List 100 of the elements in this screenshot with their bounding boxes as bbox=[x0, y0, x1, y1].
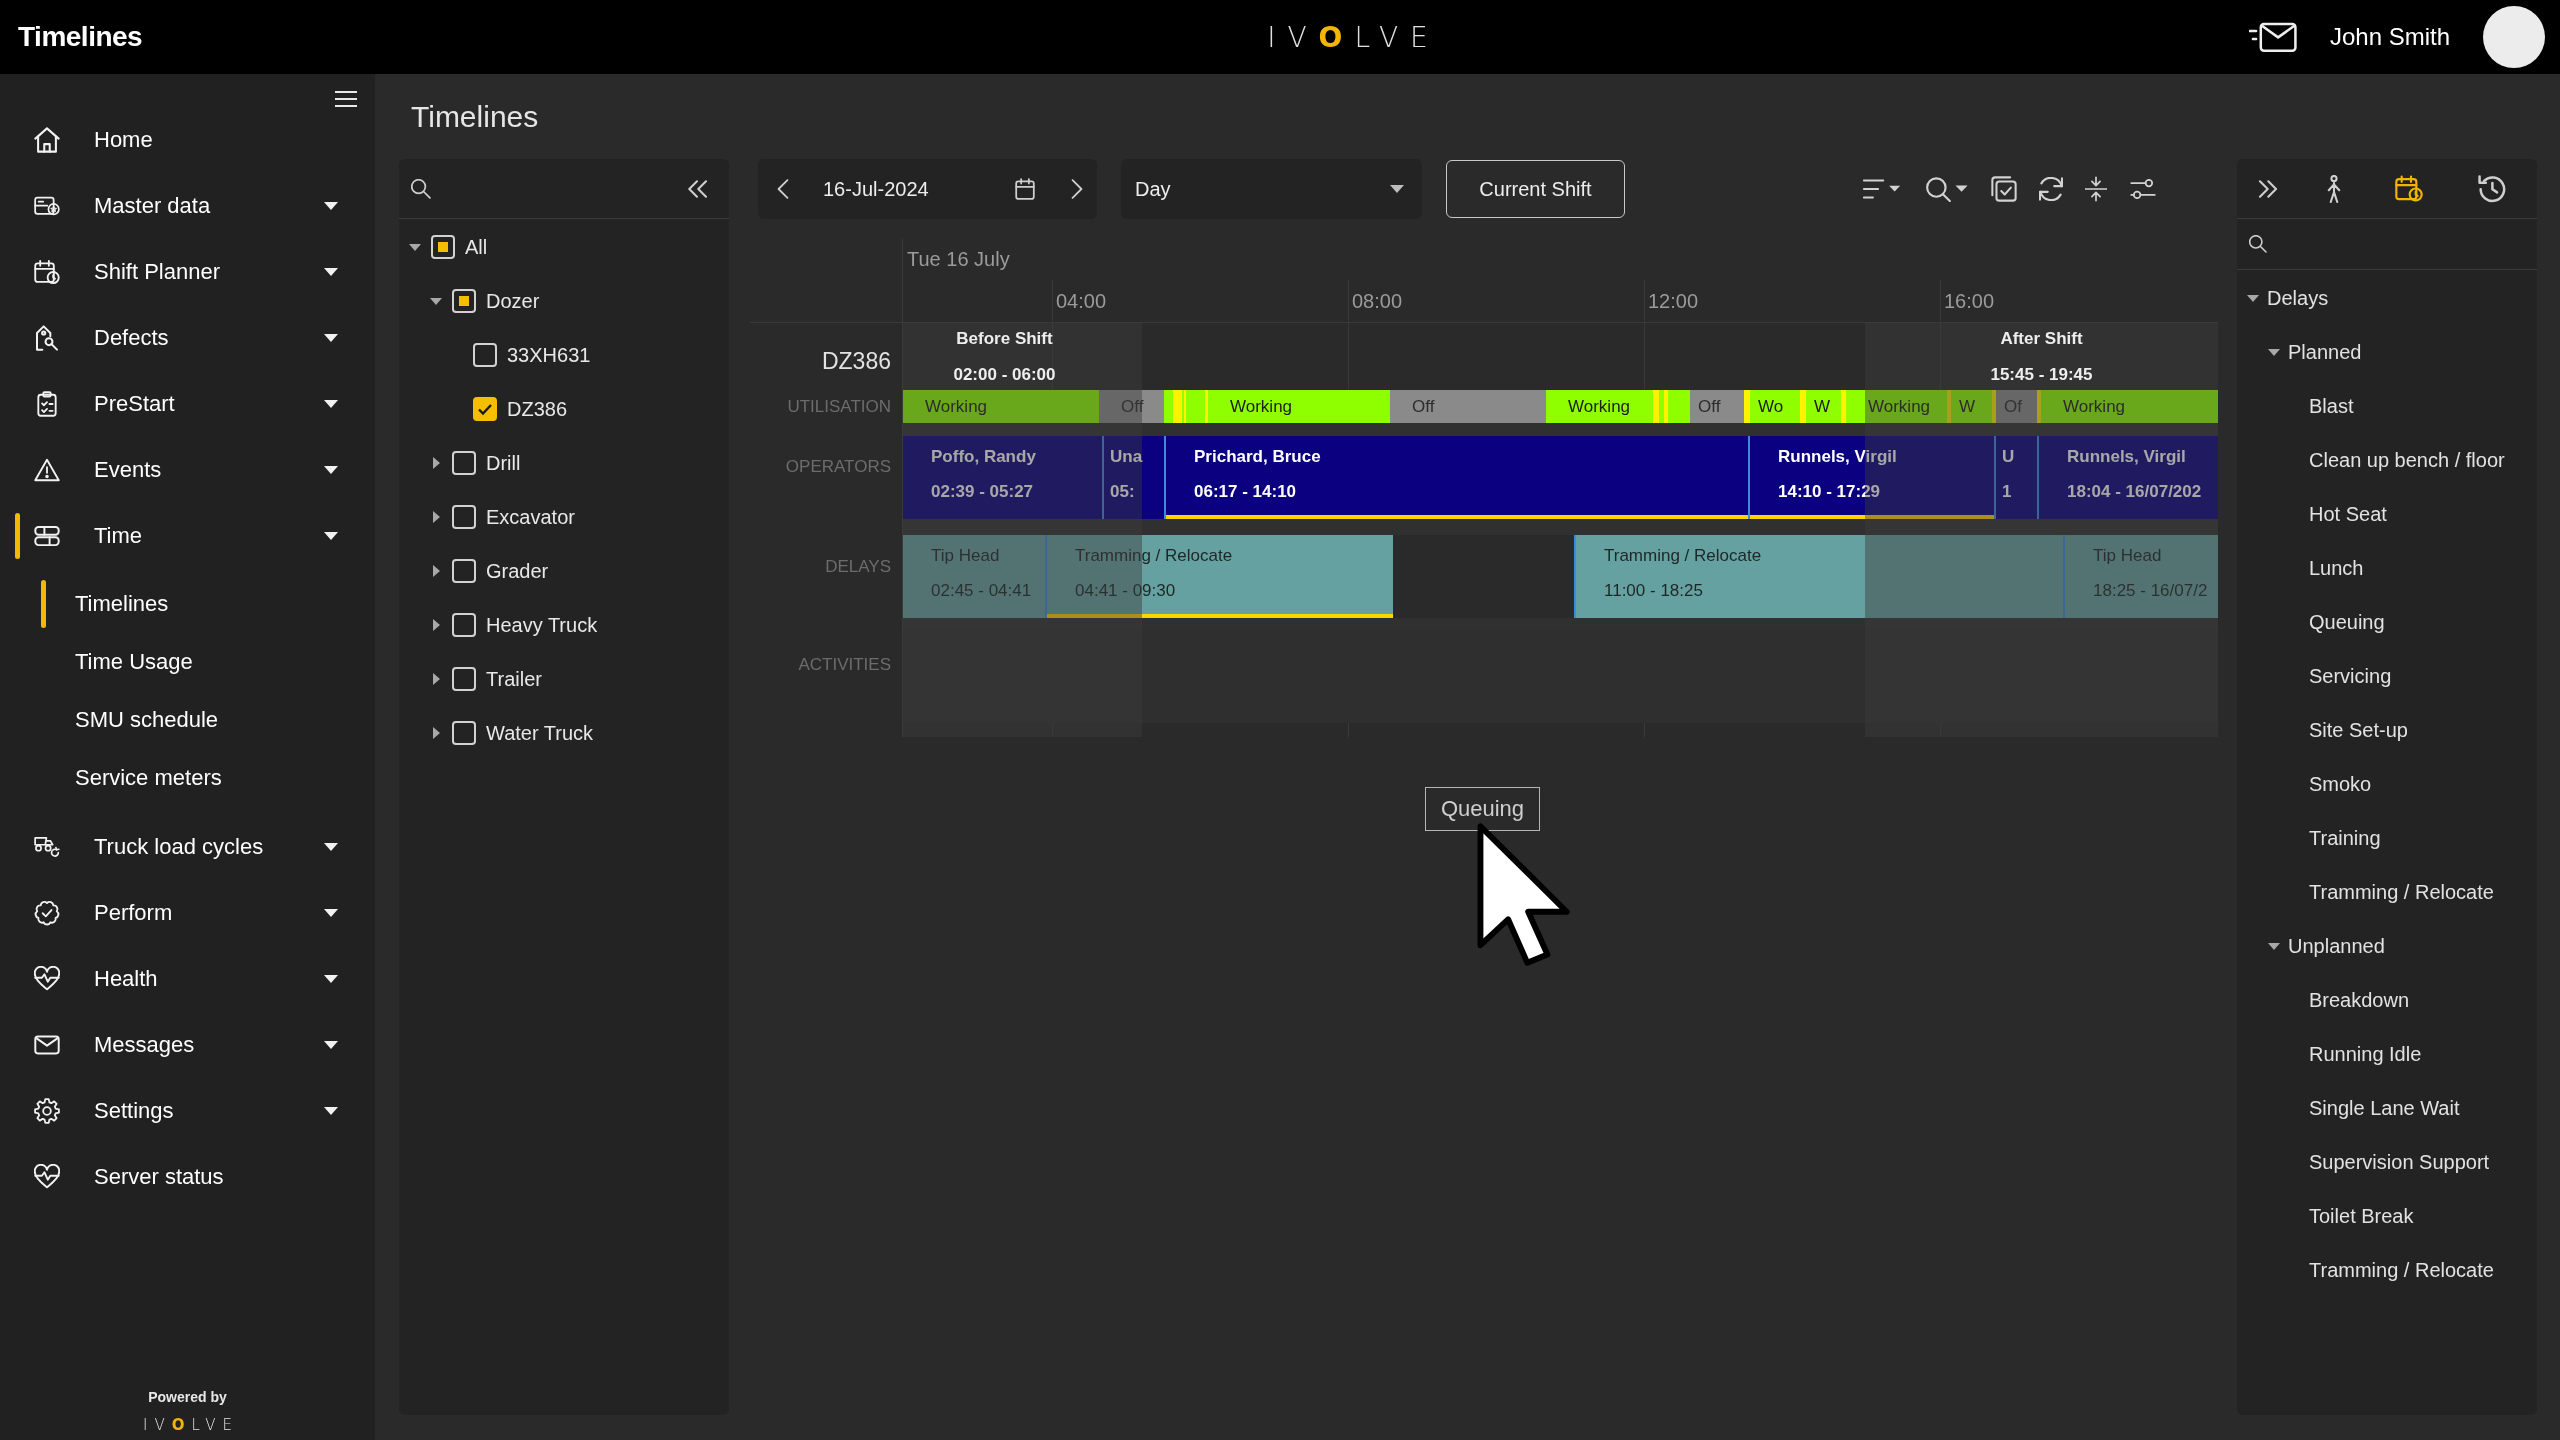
nav-item[interactable]: Defects bbox=[0, 305, 375, 371]
caret-right-icon[interactable] bbox=[432, 619, 440, 631]
time-range: 1 bbox=[2002, 482, 2012, 502]
search-icon[interactable] bbox=[2249, 235, 2267, 253]
checkbox[interactable] bbox=[452, 613, 476, 637]
double-chevron-left-icon[interactable] bbox=[687, 179, 707, 198]
tree-item[interactable]: Lunch bbox=[2309, 556, 2364, 580]
utilisation-segment: Working bbox=[2041, 390, 2218, 423]
tree-item[interactable]: Drill bbox=[486, 451, 521, 475]
time-range: 04:41 - 09:30 bbox=[1075, 581, 1176, 601]
history-icon[interactable] bbox=[2478, 174, 2506, 203]
caret-right-icon[interactable] bbox=[432, 727, 440, 739]
tree-item[interactable]: Excavator bbox=[486, 505, 575, 529]
tree-item[interactable]: Site Set-up bbox=[2309, 718, 2408, 742]
caret-right-icon[interactable] bbox=[432, 511, 440, 523]
nav-item[interactable]: Shift Planner bbox=[0, 239, 375, 305]
double-chevron-right-icon[interactable] bbox=[2258, 179, 2278, 198]
tree-item[interactable]: Training bbox=[2309, 826, 2381, 850]
utilisation-segment: Working bbox=[1208, 390, 1390, 423]
checkbox[interactable] bbox=[452, 721, 476, 745]
tree-item[interactable]: Water Truck bbox=[486, 721, 594, 745]
caret-down-icon[interactable] bbox=[409, 243, 421, 251]
tree-item[interactable]: Breakdown bbox=[2309, 988, 2410, 1012]
date-value[interactable]: 16-Jul-2024 bbox=[823, 177, 929, 201]
nav-item[interactable]: PreStart bbox=[0, 371, 375, 437]
caret-right-icon[interactable] bbox=[432, 457, 440, 469]
checkbox[interactable] bbox=[452, 559, 476, 583]
nav-item[interactable]: Master data bbox=[0, 173, 375, 239]
tree-item[interactable]: Planned bbox=[2288, 340, 2362, 364]
tree-item[interactable]: Tramming / Relocate bbox=[2309, 1258, 2494, 1282]
caret-right-icon[interactable] bbox=[432, 673, 440, 685]
tree-item[interactable]: Servicing bbox=[2309, 664, 2392, 688]
tree-item[interactable]: DZ386 bbox=[507, 397, 568, 421]
caret-down-icon bbox=[1390, 185, 1404, 193]
nav-subitem[interactable]: Time Usage bbox=[0, 633, 375, 691]
tree-item[interactable]: Unplanned bbox=[2288, 934, 2385, 958]
utilisation-segment: W bbox=[1951, 390, 1992, 423]
checkbox[interactable] bbox=[473, 343, 497, 367]
tree-item[interactable]: Heavy Truck bbox=[486, 613, 598, 637]
calendar-clock-icon[interactable] bbox=[2395, 175, 2423, 202]
nav-subitem[interactable]: SMU schedule bbox=[0, 691, 375, 749]
menu-icon[interactable] bbox=[335, 91, 357, 107]
tree-item[interactable]: Hot Seat bbox=[2309, 502, 2387, 526]
user-name[interactable]: John Smith bbox=[2329, 23, 2450, 51]
search-icon[interactable] bbox=[411, 178, 431, 199]
current-shift-button[interactable]: Current Shift bbox=[1446, 160, 1625, 218]
tree-item[interactable]: 33XH631 bbox=[507, 343, 591, 367]
utilisation-segment bbox=[1659, 390, 1664, 423]
caret-down-icon[interactable] bbox=[2268, 942, 2280, 950]
checkbox[interactable] bbox=[473, 397, 497, 421]
view-dropdown[interactable]: Day bbox=[1121, 159, 1422, 219]
nav-item[interactable]: Messages bbox=[0, 1012, 375, 1078]
tree-item[interactable]: Smoko bbox=[2309, 772, 2372, 796]
checkbox[interactable] bbox=[452, 289, 476, 313]
nav-item[interactable]: Home bbox=[0, 107, 375, 173]
caret-down-icon[interactable] bbox=[2268, 348, 2280, 356]
chevron-left-icon[interactable] bbox=[777, 179, 789, 199]
tree-item[interactable]: Toilet Break bbox=[2309, 1204, 2414, 1228]
nav-item[interactable]: Time bbox=[0, 503, 375, 569]
tree-item[interactable]: Dozer bbox=[486, 289, 540, 313]
chevron-right-icon[interactable] bbox=[1071, 179, 1083, 199]
arrows-inward-icon[interactable] bbox=[2085, 176, 2107, 202]
tree-item[interactable]: Running Idle bbox=[2309, 1042, 2422, 1066]
nav-subitem[interactable]: Timelines bbox=[0, 575, 375, 633]
tree-item[interactable]: Queuing bbox=[2309, 610, 2385, 634]
caret-down-icon[interactable] bbox=[430, 297, 442, 305]
nav-item[interactable]: Truck load cycles bbox=[0, 814, 375, 880]
refresh-icon[interactable] bbox=[2039, 177, 2063, 201]
checkbox[interactable] bbox=[452, 451, 476, 475]
checkbox[interactable] bbox=[452, 505, 476, 529]
time-range: 18:04 - 16/07/202 bbox=[2067, 482, 2202, 502]
nav-subitem[interactable]: Service meters bbox=[0, 749, 375, 807]
sliders-icon[interactable] bbox=[2129, 179, 2157, 199]
calendar-icon[interactable] bbox=[1014, 178, 1036, 200]
nav-item[interactable]: Events bbox=[0, 437, 375, 503]
tree-item[interactable]: Supervision Support bbox=[2309, 1150, 2490, 1174]
tree-item[interactable]: Tramming / Relocate bbox=[2309, 880, 2494, 904]
person-icon[interactable] bbox=[2325, 174, 2343, 203]
checkbox[interactable] bbox=[431, 235, 455, 259]
event-marker bbox=[1173, 390, 1182, 423]
nav-item[interactable]: Health bbox=[0, 946, 375, 1012]
tree-item[interactable]: Trailer bbox=[486, 667, 542, 691]
caret-down-icon[interactable] bbox=[2247, 294, 2259, 302]
tree-item[interactable]: Clean up bench / floor bbox=[2309, 448, 2505, 472]
utilisation-segment: Working bbox=[1846, 390, 1947, 423]
tree-item[interactable]: Single Lane Wait bbox=[2309, 1096, 2460, 1120]
checked-squares-icon[interactable] bbox=[1991, 176, 2017, 202]
nav-item[interactable]: Perform bbox=[0, 880, 375, 946]
nav-item[interactable]: Settings bbox=[0, 1078, 375, 1144]
envelope-icon[interactable] bbox=[2248, 20, 2297, 54]
tree-item[interactable]: Grader bbox=[486, 559, 549, 583]
checkbox[interactable] bbox=[452, 667, 476, 691]
nav-item[interactable]: Server status bbox=[0, 1144, 375, 1210]
caret-right-icon[interactable] bbox=[432, 565, 440, 577]
heart-pulse-icon bbox=[34, 966, 60, 992]
tree-item[interactable]: Blast bbox=[2309, 394, 2354, 418]
tree-item[interactable]: All bbox=[465, 235, 488, 259]
tree-item[interactable]: Delays bbox=[2267, 286, 2329, 310]
search-icon[interactable] bbox=[1925, 176, 1969, 202]
powered-by-text: Powered by bbox=[148, 1388, 227, 1406]
